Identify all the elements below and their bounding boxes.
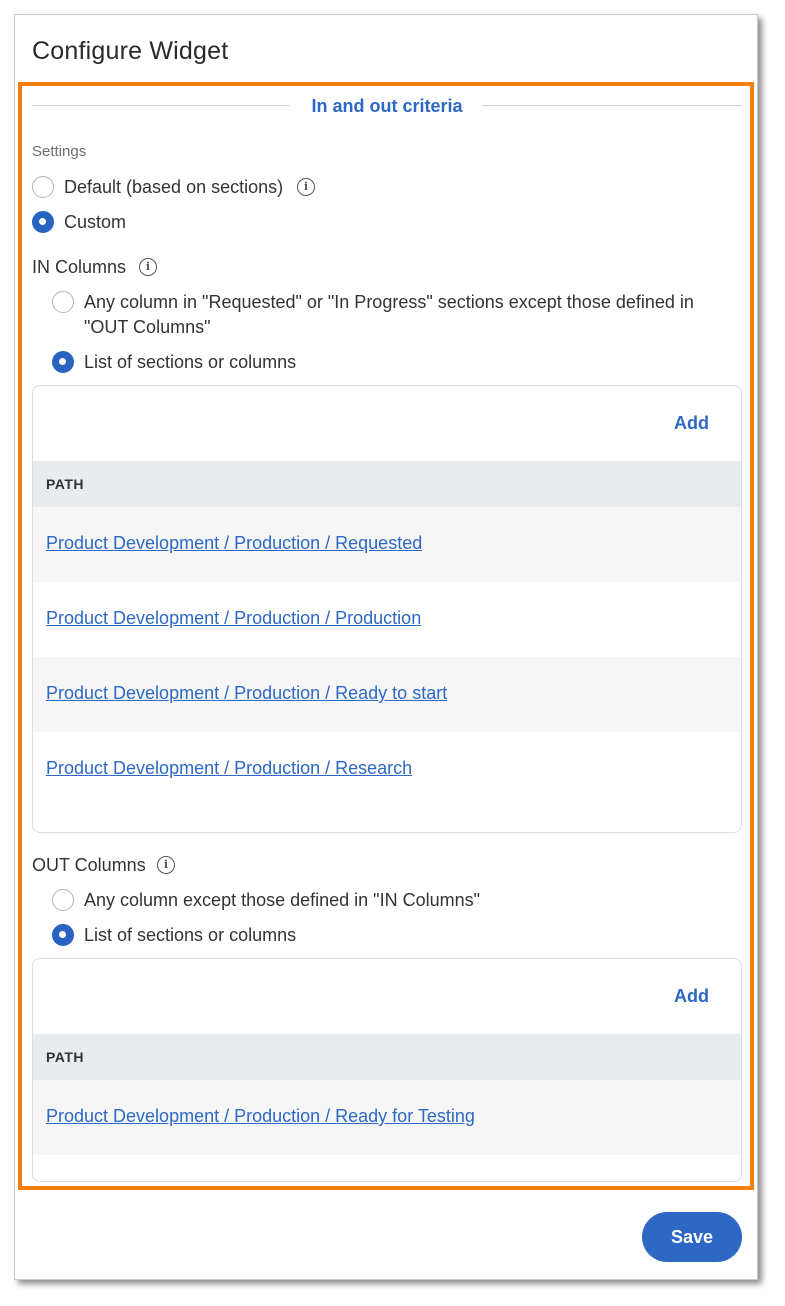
path-link[interactable]: Product Development / Production / Reque…	[46, 533, 422, 554]
table-row: Product Development / Production / Resea…	[33, 732, 741, 807]
radio-out-list[interactable]	[52, 924, 74, 946]
dialog-title: Configure Widget	[32, 37, 229, 65]
settings-label: Settings	[32, 143, 87, 160]
configure-widget-dialog: Configure Widget In and out criteria Set…	[14, 14, 758, 1280]
radio-out-any[interactable]	[52, 889, 74, 911]
in-columns-add-button[interactable]: Add	[674, 413, 709, 434]
in-columns-table: Add PATH Product Development / Productio…	[32, 385, 742, 833]
table-header: PATH	[33, 1034, 741, 1080]
info-icon[interactable]: i	[157, 856, 175, 874]
save-button[interactable]: Save	[642, 1212, 742, 1262]
out-columns-table: Add PATH Product Development / Productio…	[32, 958, 742, 1182]
table-row: Product Development / Production / Produ…	[33, 582, 741, 657]
path-link[interactable]: Product Development / Production / Ready…	[46, 1106, 475, 1127]
out-columns-add-button[interactable]: Add	[674, 986, 709, 1007]
table-row: Product Development / Production / Ready…	[33, 1080, 741, 1155]
settings-option-custom-label: Custom	[64, 212, 127, 232]
path-link[interactable]: Product Development / Production / Ready…	[46, 683, 447, 704]
radio-in-any[interactable]	[52, 291, 74, 313]
path-link[interactable]: Product Development / Production / Produ…	[46, 608, 421, 629]
section-title: In and out criteria	[311, 96, 463, 116]
in-columns-option-list-label: List of sections or columns	[84, 352, 297, 372]
radio-in-list[interactable]	[52, 351, 74, 373]
path-link[interactable]: Product Development / Production / Resea…	[46, 758, 412, 779]
in-columns-option-any-label: Any column in "Requested" or "In Progres…	[84, 292, 694, 337]
in-columns-label: IN Columns	[32, 257, 127, 277]
out-columns-option-any-label: Any column except those defined in "IN C…	[84, 890, 480, 910]
out-columns-label: OUT Columns	[32, 855, 146, 875]
out-columns-option-list-label: List of sections or columns	[84, 925, 297, 945]
table-header: PATH	[33, 461, 741, 507]
info-icon[interactable]: i	[297, 178, 315, 196]
radio-default[interactable]	[32, 176, 54, 198]
table-row: Product Development / Production / Reque…	[33, 507, 741, 582]
settings-option-default-label: Default (based on sections)	[64, 177, 284, 197]
info-icon[interactable]: i	[139, 258, 157, 276]
radio-custom[interactable]	[32, 211, 54, 233]
path-column-header: PATH	[46, 1049, 85, 1065]
table-row: Product Development / Production / Ready…	[33, 657, 741, 732]
path-column-header: PATH	[46, 476, 85, 492]
